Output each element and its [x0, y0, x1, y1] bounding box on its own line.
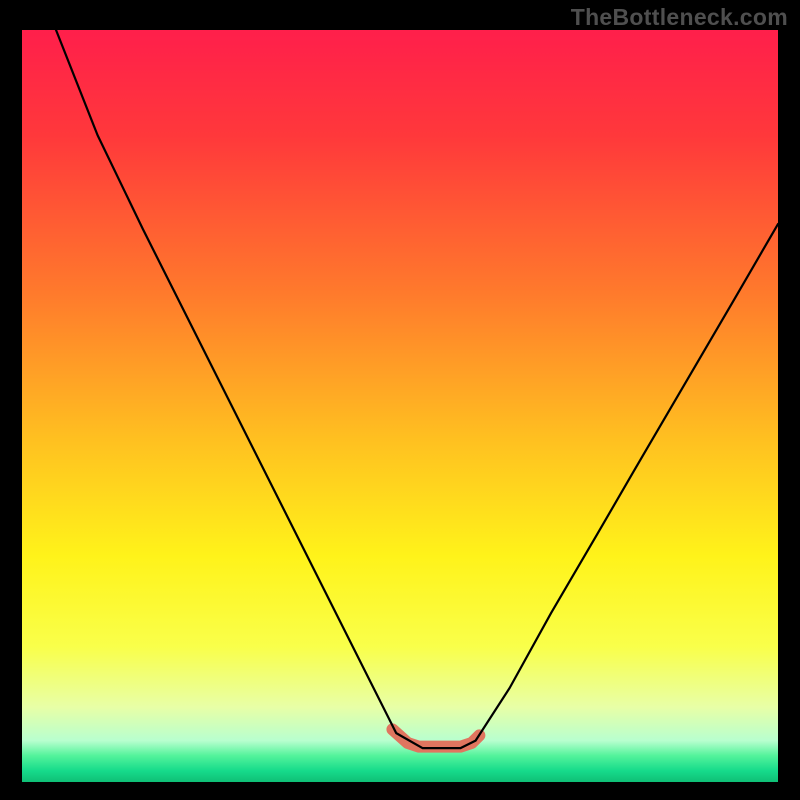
plot-area — [22, 30, 778, 782]
watermark-text: TheBottleneck.com — [571, 4, 788, 31]
plot-svg — [22, 30, 778, 782]
frame: TheBottleneck.com — [0, 0, 800, 800]
gradient-background — [22, 30, 778, 782]
